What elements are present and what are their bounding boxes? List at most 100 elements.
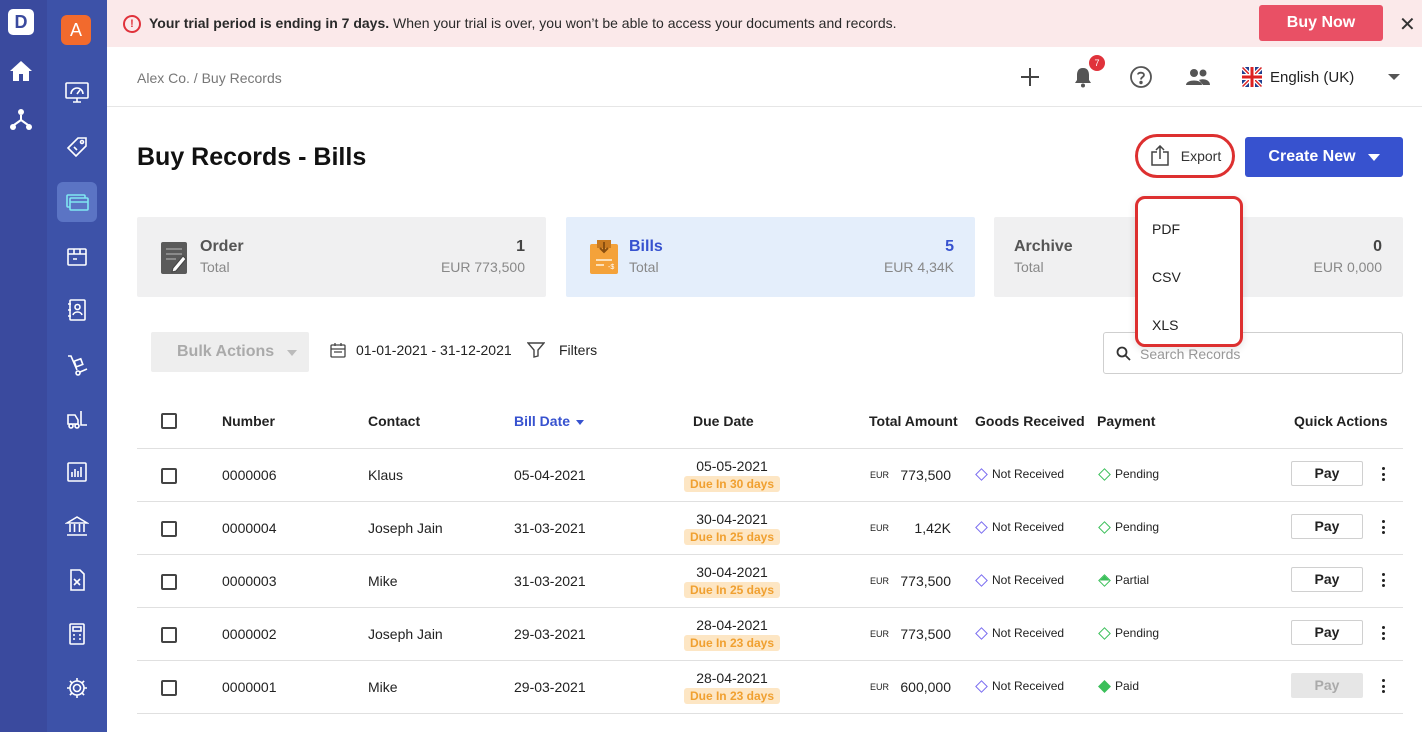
sales-tag-icon[interactable] xyxy=(57,127,97,167)
cell-number: 0000001 xyxy=(222,679,277,695)
card-amount: EUR 773,500 xyxy=(440,259,525,275)
status-diamond-icon xyxy=(1098,679,1111,693)
create-new-button[interactable]: Create New xyxy=(1245,137,1403,177)
buy-records-icon[interactable] xyxy=(57,182,97,222)
bank-icon[interactable] xyxy=(57,506,97,546)
goods-status: Not Received xyxy=(975,626,1064,640)
bill-clipboard-icon: -$ xyxy=(590,240,618,274)
caret-down-icon[interactable] xyxy=(1367,153,1380,161)
cell-currency: EUR xyxy=(870,523,890,533)
create-new-label: Create New xyxy=(1268,148,1356,165)
breadcrumb[interactable]: Alex Co. / Buy Records xyxy=(137,70,282,86)
add-icon[interactable] xyxy=(1017,64,1043,90)
row-checkbox[interactable] xyxy=(161,680,177,696)
table-row[interactable]: 0000002 Joseph Jain 29-03-2021 28-04-2021 Du… xyxy=(137,608,1403,661)
card-amount: EUR 0,000 xyxy=(1313,259,1382,275)
export-button[interactable]: Export xyxy=(1135,134,1235,178)
table-row[interactable]: 0000003 Mike 31-03-2021 30-04-2021 Due In 25… xyxy=(137,555,1403,608)
card-count: 0 xyxy=(1373,238,1382,255)
menu-item-pdf[interactable]: PDF xyxy=(1152,221,1180,237)
trial-message: Your trial period is ending in 7 days. W… xyxy=(149,15,897,31)
chevron-down-icon[interactable] xyxy=(1388,74,1400,80)
calculator-icon[interactable] xyxy=(57,614,97,654)
due-date-value: 30-04-2021 xyxy=(696,511,768,527)
table-row[interactable]: 0000001 Mike 29-03-2021 28-04-2021 Due In 23… xyxy=(137,661,1403,714)
buy-now-button[interactable]: Buy Now xyxy=(1259,5,1383,41)
language-selector[interactable]: English (UK) xyxy=(1242,67,1354,87)
contacts-book-icon[interactable] xyxy=(57,290,97,330)
forklift-icon[interactable] xyxy=(57,399,97,439)
cell-number: 0000002 xyxy=(222,626,277,642)
avatar[interactable]: A xyxy=(61,15,91,45)
due-date-value: 28-04-2021 xyxy=(696,617,768,633)
date-range-picker[interactable]: 01-01-2021 - 31-12-2021 xyxy=(330,342,512,358)
col-bill-date[interactable]: Bill Date xyxy=(514,413,585,429)
col-total-amount[interactable]: Total Amount xyxy=(869,413,958,429)
pay-button[interactable]: Pay xyxy=(1291,620,1363,645)
dashboard-icon[interactable] xyxy=(57,72,97,112)
page-title: Buy Records - Bills xyxy=(137,143,367,171)
bulk-actions-dropdown[interactable]: Bulk Actions xyxy=(151,332,309,372)
more-actions-icon[interactable] xyxy=(1377,570,1389,590)
home-icon[interactable] xyxy=(8,58,34,84)
reports-chart-icon[interactable] xyxy=(57,452,97,492)
select-all-checkbox[interactable] xyxy=(161,413,177,429)
cell-contact: Mike xyxy=(368,679,398,695)
cell-bill-date: 29-03-2021 xyxy=(514,679,586,695)
filters-button[interactable]: Filters xyxy=(527,342,597,358)
workflow-icon[interactable] xyxy=(8,106,34,132)
card-bills[interactable]: -$ Bills Total 5 EUR 4,34K xyxy=(566,217,975,297)
calendar-icon xyxy=(330,343,346,358)
col-number[interactable]: Number xyxy=(222,413,275,429)
close-icon[interactable]: ✕ xyxy=(1399,12,1416,37)
cell-due-date: 28-04-2021 Due In 23 days xyxy=(677,617,787,651)
row-checkbox[interactable] xyxy=(161,574,177,590)
payment-status: Pending xyxy=(1098,467,1159,481)
inventory-box-icon[interactable] xyxy=(57,236,97,276)
more-actions-icon[interactable] xyxy=(1377,517,1389,537)
col-due-date[interactable]: Due Date xyxy=(693,413,754,429)
order-document-icon xyxy=(161,242,187,274)
cell-contact: Joseph Jain xyxy=(368,626,443,642)
cell-contact: Klaus xyxy=(368,467,404,483)
pay-button[interactable]: Pay xyxy=(1291,567,1363,592)
help-icon[interactable] xyxy=(1128,64,1154,90)
cell-number: 0000003 xyxy=(222,573,277,589)
cell-contact: Mike xyxy=(368,573,398,589)
menu-item-xls[interactable]: XLS xyxy=(1152,317,1178,333)
cell-currency: EUR xyxy=(870,682,890,692)
card-sub: Total xyxy=(200,259,230,275)
card-amount: EUR 4,34K xyxy=(883,259,954,275)
more-actions-icon[interactable] xyxy=(1377,623,1389,643)
row-checkbox[interactable] xyxy=(161,627,177,643)
tax-calculator-icon[interactable] xyxy=(57,560,97,600)
more-actions-icon[interactable] xyxy=(1377,676,1389,696)
hand-truck-icon[interactable] xyxy=(57,345,97,385)
row-checkbox[interactable] xyxy=(161,468,177,484)
status-diamond-icon xyxy=(1098,573,1111,587)
date-range-label: 01-01-2021 - 31-12-2021 xyxy=(356,342,512,358)
col-payment[interactable]: Payment xyxy=(1097,413,1155,429)
settings-gear-icon[interactable] xyxy=(57,668,97,708)
menu-item-csv[interactable]: CSV xyxy=(1152,269,1181,285)
search-icon xyxy=(1116,346,1131,361)
more-actions-icon[interactable] xyxy=(1377,464,1389,484)
card-order[interactable]: Order Total 1 EUR 773,500 xyxy=(137,217,546,297)
app-logo[interactable]: D xyxy=(8,9,34,35)
cell-due-date: 30-04-2021 Due In 25 days xyxy=(677,564,787,598)
table-header: Number Contact Bill Date Due Date Total … xyxy=(137,394,1403,449)
row-checkbox[interactable] xyxy=(161,521,177,537)
module-sidebar: A xyxy=(47,0,107,732)
col-contact[interactable]: Contact xyxy=(368,413,420,429)
search-input[interactable] xyxy=(1140,344,1390,364)
payment-status-label: Paid xyxy=(1115,679,1140,693)
pay-button[interactable]: Pay xyxy=(1291,461,1363,486)
filter-icon xyxy=(527,342,545,358)
users-icon[interactable] xyxy=(1185,64,1211,90)
table-row[interactable]: 0000006 Klaus 05-04-2021 05-05-2021 Due In 3… xyxy=(137,449,1403,502)
due-badge: Due In 25 days xyxy=(683,529,781,545)
pay-button[interactable]: Pay xyxy=(1291,514,1363,539)
col-goods-received[interactable]: Goods Received xyxy=(975,413,1085,429)
table-row[interactable]: 0000004 Joseph Jain 31-03-2021 30-04-2021 Du… xyxy=(137,502,1403,555)
app-rail: D xyxy=(0,0,47,732)
